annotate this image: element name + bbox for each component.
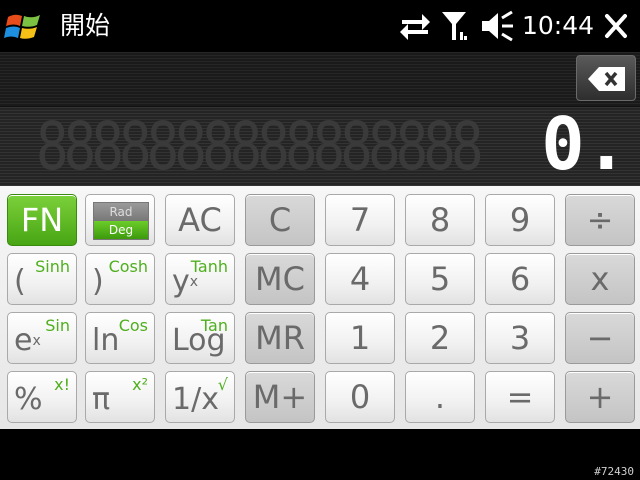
sinh-label: Sinh [35, 257, 70, 276]
open-paren-label: ( [14, 264, 26, 299]
percent-label: % [14, 382, 43, 417]
memory-recall-label: MR [255, 319, 305, 357]
memory-clear-label: MC [255, 260, 305, 298]
speaker-icon[interactable] [480, 10, 514, 42]
square-label: x² [132, 375, 148, 394]
ln-label: ln [92, 323, 120, 358]
display-top-strip [0, 52, 640, 106]
equals-label: = [506, 378, 534, 416]
digit-9-button[interactable]: 9 [485, 194, 555, 246]
reciprocal-button[interactable]: 1/x √ [165, 371, 235, 423]
digit-1-button[interactable]: 1 [325, 312, 395, 364]
decimal-label: . [434, 378, 446, 416]
digit-4-label: 4 [349, 260, 371, 298]
digit-9-label: 9 [509, 201, 531, 239]
close-icon[interactable] [604, 13, 628, 39]
percent-button[interactable]: % x! [7, 371, 77, 423]
power-button[interactable]: yx Tanh [165, 253, 235, 305]
rad-label: Rad [94, 203, 148, 221]
exp-label: ex [14, 325, 41, 357]
keypad: FN Rad Deg AC C 7 8 9 ÷ ( Sinh ) Cosh yx… [0, 186, 640, 429]
digit-3-button[interactable]: 3 [485, 312, 555, 364]
clear-button[interactable]: C [245, 194, 315, 246]
decimal-button[interactable]: . [405, 371, 475, 423]
rad-deg-toggle[interactable]: Rad Deg [85, 194, 155, 246]
digit-6-button[interactable]: 6 [485, 253, 555, 305]
digit-4-button[interactable]: 4 [325, 253, 395, 305]
subtract-label: − [586, 319, 614, 357]
sin-label: Sin [45, 316, 70, 335]
digit-7-button[interactable]: 7 [325, 194, 395, 246]
clear-label: C [268, 201, 292, 239]
close-paren-button[interactable]: ) Cosh [85, 253, 155, 305]
memory-clear-button[interactable]: MC [245, 253, 315, 305]
reciprocal-label: 1/x [172, 382, 219, 417]
deg-label: Deg [94, 221, 148, 239]
ln-button[interactable]: ln Cos [85, 312, 155, 364]
exp-button[interactable]: ex Sin [7, 312, 77, 364]
multiply-button[interactable]: x [565, 253, 635, 305]
status-bar: 開始 10:44 [0, 0, 640, 52]
subtract-button[interactable]: − [565, 312, 635, 364]
digit-3-label: 3 [509, 319, 531, 357]
multiply-label: x [590, 260, 610, 298]
clock[interactable]: 10:44 [522, 9, 594, 43]
add-label: + [586, 378, 614, 416]
digit-6-label: 6 [509, 260, 531, 298]
digit-7-label: 7 [349, 201, 371, 239]
add-button[interactable]: + [565, 371, 635, 423]
open-paren-button[interactable]: ( Sinh [7, 253, 77, 305]
digit-8-label: 8 [429, 201, 451, 239]
factorial-label: x! [54, 375, 70, 394]
pi-label: π [92, 382, 111, 417]
memory-add-label: M+ [252, 378, 308, 416]
digit-0-label: 0 [349, 378, 371, 416]
bottom-bar [0, 429, 640, 480]
divide-label: ÷ [586, 201, 614, 239]
signal-icon[interactable] [440, 10, 468, 42]
start-title[interactable]: 開始 [60, 9, 110, 43]
memory-add-button[interactable]: M+ [245, 371, 315, 423]
all-clear-label: AC [178, 201, 222, 239]
cosh-label: Cosh [108, 257, 148, 276]
fn-label: FN [20, 201, 64, 239]
sqrt-label: √ [217, 375, 228, 394]
fn-button[interactable]: FN [7, 194, 77, 246]
cos-label: Cos [118, 316, 148, 335]
log-button[interactable]: Log Tan [165, 312, 235, 364]
digit-2-button[interactable]: 2 [405, 312, 475, 364]
sync-icon[interactable] [398, 10, 432, 42]
watermark: #72430 [594, 465, 634, 478]
digit-0-button[interactable]: 0 [325, 371, 395, 423]
rad-deg-switch: Rad Deg [93, 202, 149, 240]
digit-1-label: 1 [349, 319, 371, 357]
windows-start-icon[interactable] [4, 9, 46, 45]
tanh-label: Tanh [190, 257, 228, 276]
backspace-icon [588, 67, 625, 91]
divide-button[interactable]: ÷ [565, 194, 635, 246]
exp-exponent: x [32, 333, 41, 349]
backspace-button[interactable] [576, 55, 636, 101]
display-readout: 0. [541, 102, 628, 186]
power-exponent: x [189, 274, 199, 290]
power-base: y [172, 264, 190, 299]
ghost-digits: 8888888888888888 [36, 108, 484, 185]
digit-5-label: 5 [429, 260, 451, 298]
digit-5-button[interactable]: 5 [405, 253, 475, 305]
digit-8-button[interactable]: 8 [405, 194, 475, 246]
memory-recall-button[interactable]: MR [245, 312, 315, 364]
close-paren-label: ) [92, 264, 104, 299]
tan-label: Tan [200, 316, 228, 335]
digit-2-label: 2 [429, 319, 451, 357]
pi-button[interactable]: π x² [85, 371, 155, 423]
exp-base: e [14, 323, 33, 358]
all-clear-button[interactable]: AC [165, 194, 235, 246]
equals-button[interactable]: = [485, 371, 555, 423]
